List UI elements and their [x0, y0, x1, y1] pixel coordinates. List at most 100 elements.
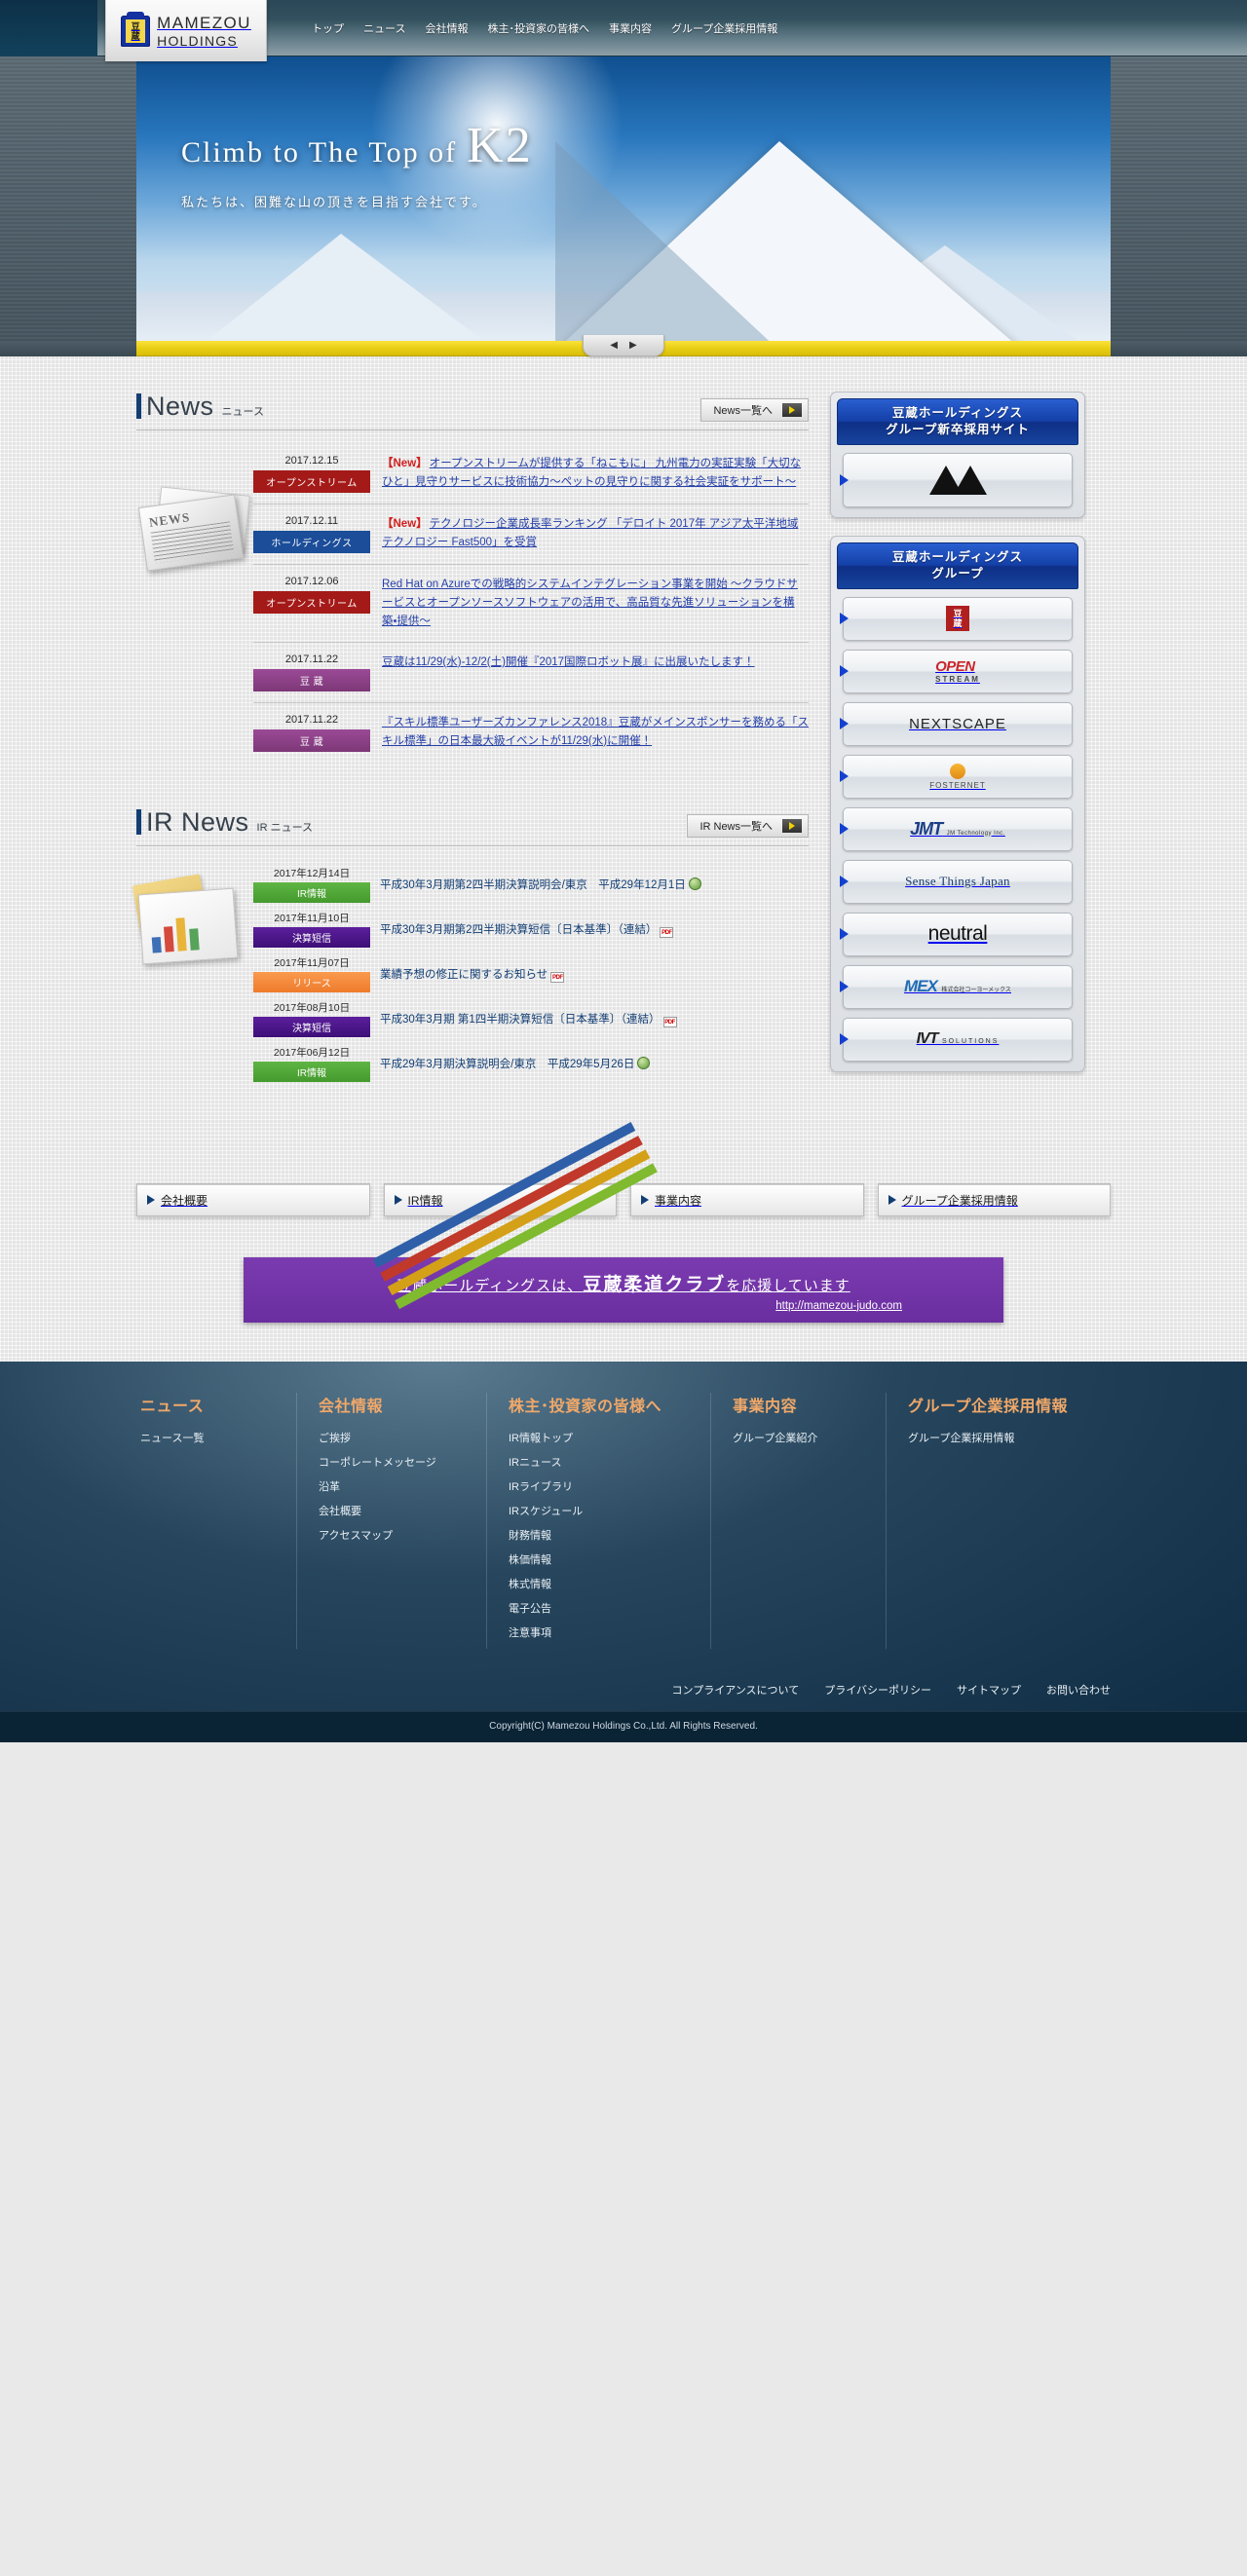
nav-item-investors[interactable]: 株主･投資家の皆様へ: [487, 20, 589, 36]
bullet-arrow-icon: [840, 981, 849, 992]
group-company-jmt[interactable]: JMT JM Technology Inc.: [840, 806, 1073, 851]
footer-link[interactable]: 沿革: [319, 1478, 465, 1494]
slider-controls[interactable]: ◀ ▶: [583, 335, 664, 356]
footer-link[interactable]: 注意事項: [509, 1624, 689, 1640]
ir-link[interactable]: 平成30年3月期第2四半期決算説明会/東京 平成29年12月1日: [380, 879, 686, 891]
group-company-fosternet[interactable]: FOSTERNET: [840, 754, 1073, 799]
nav-item-recruit[interactable]: グループ企業採用情報: [671, 20, 777, 36]
footer-link[interactable]: IRスケジュール: [509, 1503, 689, 1518]
footer-link[interactable]: 会社概要: [319, 1503, 465, 1518]
fosternet-logo-text: FOSTERNET: [929, 780, 986, 790]
ir-link[interactable]: 平成30年3月期 第1四半期決算短信〔日本基準〕（連結）: [380, 1014, 661, 1026]
slider-prev-icon[interactable]: ◀: [610, 340, 618, 351]
footer-heading: ニュース: [140, 1398, 205, 1415]
news-link[interactable]: テクノロジー企業成長率ランキング 「デロイト 2017年 アジア太平洋地域テクノ…: [382, 518, 798, 548]
neutral-logo-icon: neutral: [927, 922, 988, 945]
utility-link-privacy[interactable]: プライバシーポリシー: [824, 1682, 931, 1698]
news-link[interactable]: 『スキル標準ユーザーズカンファレンス2018』豆蔵がメインスポンサーを務める「ス…: [382, 717, 809, 747]
news-item: 2017.12.06 オープンストリーム Red Hat on Azureでの戦…: [253, 565, 809, 643]
slider-next-icon[interactable]: ▶: [629, 340, 637, 351]
judo-banner-wrapper: 豆蔵ホールディングスは、豆蔵柔道クラブを応援しています http://mamez…: [136, 1256, 1111, 1323]
footer-link[interactable]: IR情報トップ: [509, 1430, 689, 1445]
utility-link-contact[interactable]: お問い合わせ: [1046, 1682, 1111, 1698]
ir-category-badge: リリース: [253, 971, 370, 992]
group-company-nextscape[interactable]: NEXTSCAPE: [840, 701, 1073, 746]
footer-heading: グループ企業採用情報: [908, 1398, 1069, 1415]
footer-link[interactable]: IRニュース: [509, 1454, 689, 1470]
mamezou-crest-icon: 豆 蔵: [121, 11, 151, 47]
news-body: Red Hat on Azureでの戦略的システムインテグレーション事業を開始 …: [370, 576, 809, 631]
ir-link[interactable]: 平成29年3月期決算説明会/東京 平成29年5月26日: [380, 1059, 634, 1070]
group-company-neutral[interactable]: neutral: [840, 912, 1073, 956]
news-link[interactable]: Red Hat on Azureでの戦略的システムインテグレーション事業を開始 …: [382, 579, 798, 627]
mamezou-kanji-top: 豆: [953, 609, 963, 618]
ivt-logo-main: IVT: [916, 1030, 939, 1047]
utility-link-sitemap[interactable]: サイトマップ: [957, 1682, 1021, 1698]
ir-more-button[interactable]: IR News一覧へ: [687, 813, 809, 838]
primary-nav[interactable]: トップ ニュース 会社情報 株主･投資家の皆様へ 事業内容 グループ企業採用情報: [312, 0, 777, 56]
documents-illustration: [132, 862, 253, 1086]
card-company-overview[interactable]: 会社概要: [136, 1182, 370, 1216]
web-link-icon: [688, 877, 701, 890]
news-date: 2017.12.11: [284, 515, 339, 527]
copyright-bar: Copyright(C) Mamezou Holdings Co.,Ltd. A…: [0, 1710, 1247, 1742]
utility-link-compliance[interactable]: コンプライアンスについて: [672, 1682, 800, 1698]
news-category-badge: ホールディングス: [253, 531, 370, 553]
group-company-sensethings[interactable]: Sense Things Japan: [840, 859, 1073, 904]
ir-divider: [136, 844, 809, 846]
bullet-arrow-icon: [394, 1195, 402, 1205]
footer-link[interactable]: アクセスマップ: [319, 1527, 465, 1543]
card-business[interactable]: 事業内容: [630, 1182, 864, 1216]
group-company-ivt[interactable]: IVT SOLUTIONS: [840, 1017, 1073, 1062]
group-company-mamezou[interactable]: 豆 蔵: [840, 596, 1073, 641]
nav-item-top[interactable]: トップ: [312, 20, 344, 36]
group-company-mex[interactable]: MEX 株式会社コーヨーメックス: [840, 964, 1073, 1009]
ir-link[interactable]: 業績予想の修正に関するお知らせ: [380, 969, 548, 981]
logo-kanji-bottom: 蔵: [131, 30, 140, 41]
arrow-right-icon: [782, 403, 802, 417]
card-label: グループ企業採用情報: [901, 1193, 1018, 1208]
footer-link[interactable]: ニュース一覧: [140, 1430, 275, 1445]
news-more-button[interactable]: News一覧へ: [700, 398, 809, 422]
news-list: 2017.12.15 オープンストリーム 【New】 オープンストリームが提供する…: [253, 444, 809, 763]
card-ir-info[interactable]: IR情報: [383, 1182, 617, 1216]
hero-banner: Climb to The Top of K2 私たちは、困難な山の頂きを目指す会…: [0, 56, 1247, 341]
footer-link[interactable]: グループ企業紹介: [733, 1430, 864, 1445]
nav-item-news[interactable]: ニュース: [363, 20, 405, 36]
openstream-logo-icon: OPEN STREAM: [935, 658, 980, 684]
judo-club-banner[interactable]: 豆蔵ホールディングスは、豆蔵柔道クラブを応援しています http://mamez…: [244, 1256, 1003, 1323]
hero-headline-peak: K2: [467, 118, 533, 173]
ir-title-en: IR News: [146, 806, 249, 837]
nav-item-business[interactable]: 事業内容: [609, 20, 652, 36]
group-company-openstream[interactable]: OPEN STREAM: [840, 649, 1073, 693]
footer-link[interactable]: ご挨拶: [319, 1430, 465, 1445]
openstream-logo-sub: STREAM: [935, 675, 980, 684]
footer-link[interactable]: 財務情報: [509, 1527, 689, 1543]
footer-link[interactable]: コーポレートメッセージ: [319, 1454, 465, 1470]
ir-date: 2017年11月07日: [274, 956, 350, 969]
news-link[interactable]: オープンストリームが提供する「ねこもに」 九州電力の実証実験「大切なひと」見守り…: [382, 458, 801, 488]
card-recruit[interactable]: グループ企業採用情報: [877, 1182, 1111, 1216]
ir-body: 平成29年3月期決算説明会/東京 平成29年5月26日: [370, 1045, 809, 1073]
news-link[interactable]: 豆蔵は11/29(水)-12/2(土)開催『2017国際ロボット展』に出展いたし…: [382, 656, 755, 668]
news-item: 2017.12.11 ホールディングス 【New】 テクノロジー企業成長率ランキン…: [253, 504, 809, 565]
news-body: 【New】 テクノロジー企業成長率ランキング 「デロイト 2017年 アジア太平洋…: [370, 515, 809, 553]
footer-link[interactable]: 電子公告: [509, 1600, 689, 1616]
ir-link[interactable]: 平成30年3月期第2四半期決算短信〔日本基準〕（連結）: [380, 924, 657, 936]
mountain-left: [195, 234, 497, 341]
recruit-panel: 豆蔵ホールディングス グループ新卒採用サイト: [830, 392, 1085, 518]
footer-link[interactable]: 株式情報: [509, 1576, 689, 1591]
news-category-badge: 豆 蔵: [253, 728, 370, 752]
news-body: 『スキル標準ユーザーズカンファレンス2018』豆蔵がメインスポンサーを務める「ス…: [370, 714, 809, 752]
nav-item-company[interactable]: 会社情報: [425, 20, 468, 36]
ir-more-label: IR News一覧へ: [699, 820, 773, 833]
site-logo[interactable]: 豆 蔵 MAMEZOU HOLDINGS: [105, 0, 267, 61]
footer-column-investors: 株主･投資家の皆様へ IR情報トップ IRニュース IRライブラリ IRスケジュ…: [487, 1392, 711, 1649]
footer-link[interactable]: 株価情報: [509, 1551, 689, 1567]
footer-link[interactable]: グループ企業採用情報: [908, 1430, 1089, 1445]
hero-copy: Climb to The Top of K2 私たちは、困難な山の頂きを目指す会…: [181, 117, 533, 210]
footer-heading: 株主･投資家の皆様へ: [509, 1398, 662, 1415]
footer-link[interactable]: IRライブラリ: [509, 1478, 689, 1494]
bullet-arrow-icon: [641, 1195, 649, 1205]
recruit-site-link[interactable]: [840, 452, 1073, 507]
